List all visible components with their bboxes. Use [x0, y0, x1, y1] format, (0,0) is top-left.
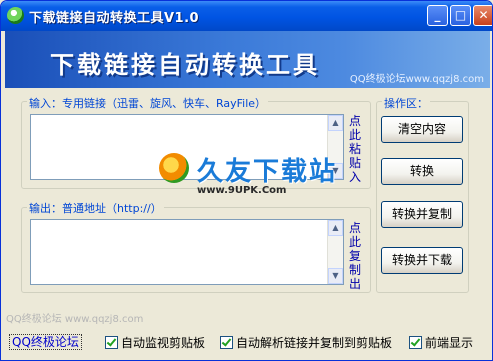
checkbox-always-on-top[interactable]: 前端显示: [409, 334, 473, 351]
footer-site-url: QQ终极论坛 www.qqzj8.com: [6, 314, 144, 325]
scroll-up-icon[interactable]: ▲: [328, 220, 343, 236]
copy-out-link[interactable]: 点此复制出: [348, 221, 362, 291]
checkbox-label: 自动解析链接并复制到剪贴板: [236, 336, 393, 350]
checkbox-auto-parse[interactable]: 自动解析链接并复制到剪贴板: [220, 334, 392, 351]
close-button[interactable]: ✕: [473, 5, 492, 26]
header-banner: 下载链接自动转换工具 QQ终极论坛www.qqzj8.com: [5, 31, 490, 88]
watermark: 久友下载站 www.9UPK.Com: [159, 151, 359, 211]
watermark-logo-icon: [159, 153, 189, 183]
checkbox-checked-icon[interactable]: [220, 336, 233, 349]
window-title: 下载链接自动转换工具V1.0: [29, 11, 200, 26]
checkbox-checked-icon[interactable]: [105, 336, 118, 349]
app-icon: [7, 7, 24, 24]
checkbox-monitor-clipboard[interactable]: 自动监视剪贴板: [105, 334, 205, 351]
operations-group-label: 操作区：: [382, 95, 430, 111]
app-window: 下载链接自动转换工具V1.0 _ □ ✕ 下载链接自动转换工具 QQ终极论坛ww…: [0, 0, 493, 361]
convert-button[interactable]: 转换: [381, 158, 463, 185]
banner-site-text: QQ终极论坛www.qqzj8.com: [349, 74, 484, 85]
scroll-down-icon[interactable]: ▼: [328, 268, 343, 284]
watermark-text: 久友下载站: [197, 157, 338, 187]
title-bar[interactable]: 下载链接自动转换工具V1.0 _ □ ✕: [1, 1, 492, 31]
output-scrollbar[interactable]: ▲ ▼: [327, 220, 343, 284]
forum-link[interactable]: QQ终极论坛: [9, 334, 82, 350]
banner-title: 下载链接自动转换工具: [50, 51, 320, 79]
checkbox-label: 前端显示: [425, 336, 474, 350]
clear-button[interactable]: 清空内容: [381, 116, 463, 143]
checkbox-checked-icon[interactable]: [409, 336, 422, 349]
input-group-label: 输入：专用链接（迅雷、旋风、快车、RayFile）: [27, 95, 269, 111]
maximize-button[interactable]: □: [450, 5, 471, 26]
watermark-url: www.9UPK.Com: [197, 185, 287, 196]
convert-copy-button[interactable]: 转换并复制: [381, 201, 463, 228]
output-group-label: 输出：普通地址（http://）: [27, 200, 164, 216]
convert-download-button[interactable]: 转换并下载: [381, 247, 463, 274]
checkbox-label: 自动监视剪贴板: [121, 336, 206, 350]
scroll-up-icon[interactable]: ▲: [328, 115, 343, 131]
minimize-button[interactable]: _: [427, 5, 448, 26]
output-textarea[interactable]: ▲ ▼: [30, 219, 344, 285]
